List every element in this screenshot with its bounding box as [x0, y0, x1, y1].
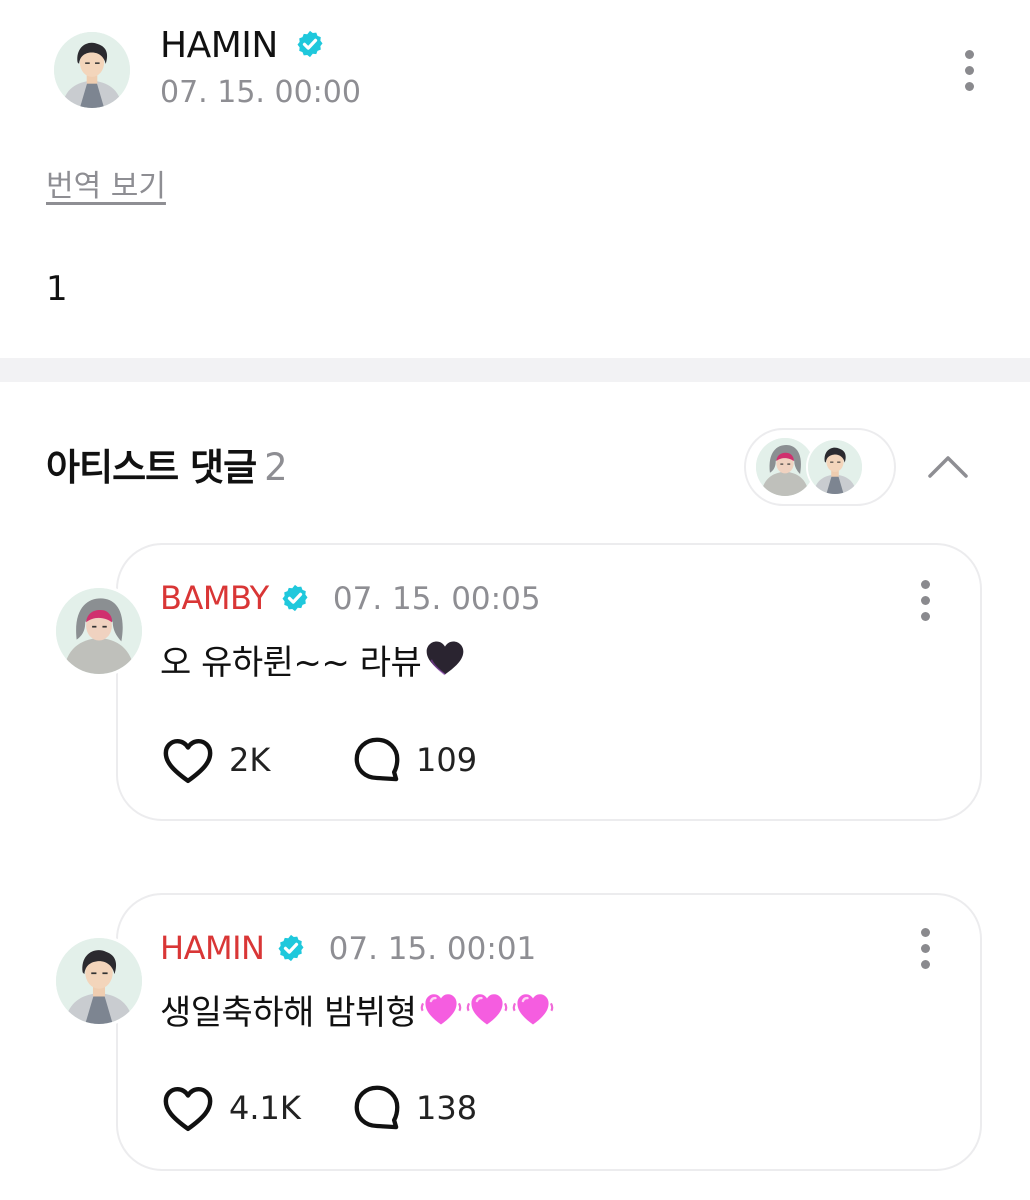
comment-avatar[interactable]: [53, 585, 145, 677]
like-heart-icon[interactable]: [160, 733, 216, 789]
more-options-icon[interactable]: [954, 40, 984, 100]
post-body: 1: [46, 269, 68, 309]
verified-badge-icon: [276, 933, 306, 963]
reply-bubble-icon[interactable]: [350, 1081, 404, 1135]
artist-comments-header: 아티스트 댓글 2: [46, 444, 288, 492]
like-count: 4.1K: [229, 1089, 301, 1127]
black-heart-emoji-icon: [423, 636, 467, 680]
artist-comments-title: 아티스트 댓글: [46, 446, 257, 489]
comment-text: 오 유하륀~~ 라뷰: [160, 643, 422, 683]
comment-timestamp: 07. 15. 00:01: [328, 931, 537, 967]
author-avatar[interactable]: [54, 32, 130, 108]
pink-heart-emoji-icon: [511, 986, 555, 1030]
reply-count: 138: [416, 1089, 478, 1127]
pink-heart-emoji-icon: [419, 986, 463, 1030]
section-divider: [0, 358, 1030, 382]
comment-avatar[interactable]: [53, 935, 145, 1027]
verified-badge-icon: [295, 29, 325, 59]
translate-link[interactable]: 번역 보기: [46, 168, 166, 206]
comment-meta: HAMIN 07. 15. 00:01: [160, 928, 536, 969]
artist-avatars-filter[interactable]: [744, 428, 896, 506]
reply-count: 109: [416, 741, 478, 779]
comment-timestamp: 07. 15. 00:05: [332, 581, 541, 617]
like-count: 2K: [229, 741, 271, 779]
artist-comments-count: 2: [264, 446, 288, 489]
reply-bubble-icon[interactable]: [350, 733, 404, 787]
comment-text-row: 오 유하륀~~ 라뷰: [160, 636, 467, 685]
comment-meta: BAMBY 07. 15. 00:05: [160, 578, 541, 619]
avatar-image: [54, 32, 130, 108]
comment-author[interactable]: HAMIN: [160, 929, 265, 967]
pink-heart-emoji-icon: [465, 986, 509, 1030]
comment-text: 생일축하해 밤뷔형: [160, 993, 417, 1033]
verified-badge-icon: [280, 583, 310, 613]
more-options-icon[interactable]: [910, 918, 940, 978]
hamin-mini-avatar: [806, 438, 864, 496]
chevron-up-icon[interactable]: [924, 446, 972, 482]
post-timestamp: 07. 15. 00:00: [160, 75, 361, 110]
comment-text-row: 생일축하해 밤뷔형: [160, 986, 555, 1035]
post-author-name: HAMIN: [160, 25, 278, 66]
like-heart-icon[interactable]: [160, 1081, 216, 1137]
post-author[interactable]: HAMIN: [160, 24, 325, 68]
comment-author[interactable]: BAMBY: [160, 579, 269, 617]
more-options-icon[interactable]: [910, 570, 940, 630]
